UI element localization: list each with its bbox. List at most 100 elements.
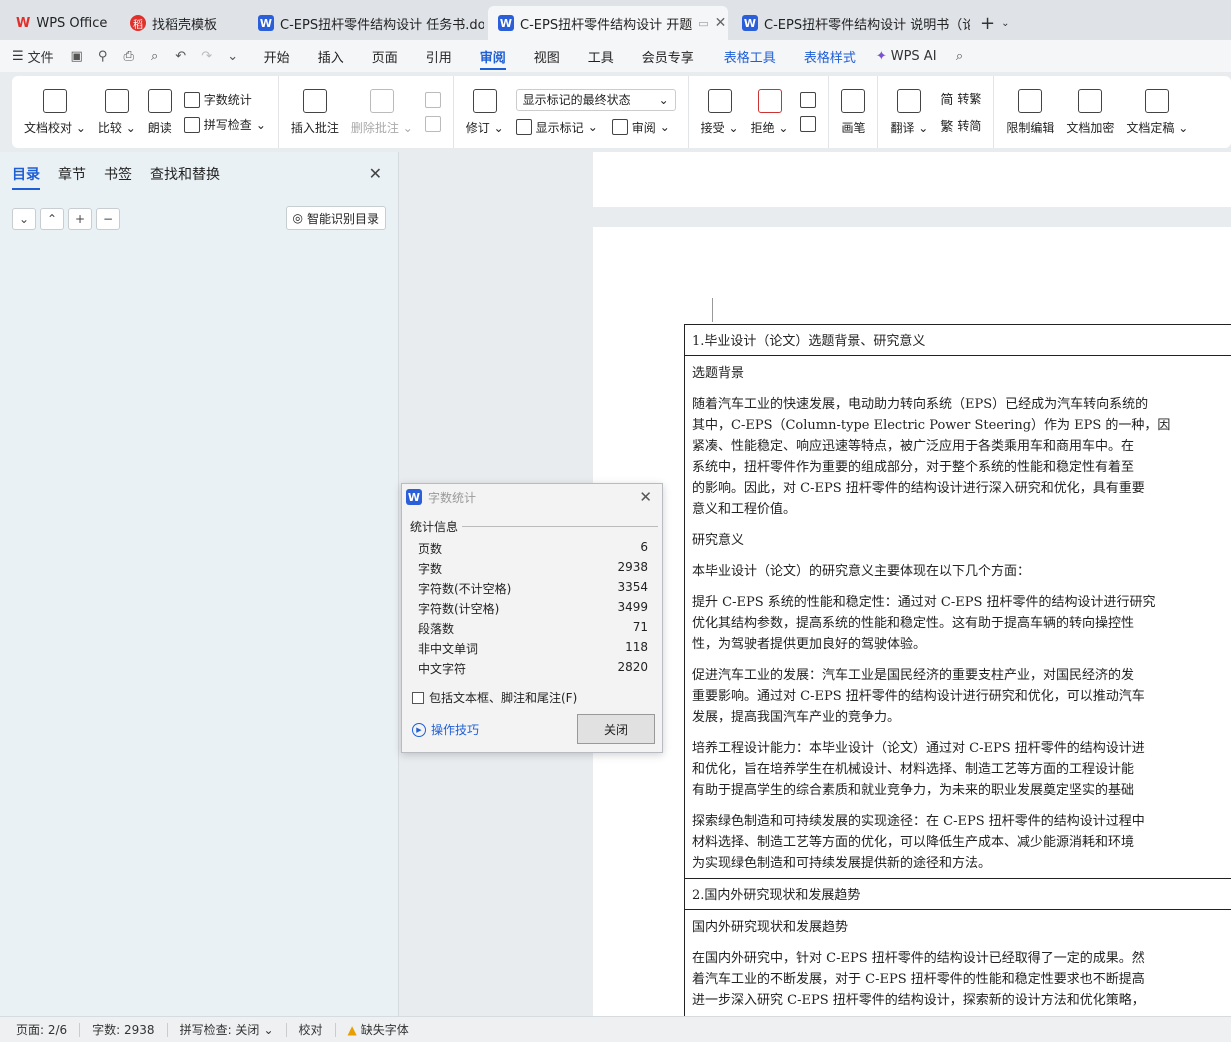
comment-group: 插入批注 删除批注 ⌄ bbox=[279, 76, 454, 148]
to-traditional-button[interactable]: 简 转繁 bbox=[940, 89, 981, 108]
chevron-down-icon: ⌄ bbox=[658, 92, 669, 107]
insert-comment-button[interactable]: 插入批注 bbox=[285, 88, 345, 136]
subheading-research-status: 国内外研究现状和发展趋势 bbox=[692, 920, 849, 935]
word-count-button[interactable]: 字数统计 bbox=[183, 91, 266, 108]
tab-page[interactable]: 页面 bbox=[372, 40, 398, 72]
encrypt-button[interactable]: 文档加密 bbox=[1060, 88, 1120, 136]
add-heading-button[interactable]: + bbox=[68, 208, 92, 230]
translate-button[interactable]: 翻译 ⌄ bbox=[884, 88, 934, 136]
smart-toc-button[interactable]: ◎ 智能识别目录 bbox=[285, 206, 386, 230]
save-icon[interactable]: ▣ bbox=[68, 47, 86, 65]
chevron-down-icon: ⌄ bbox=[1001, 17, 1010, 29]
tab-tools[interactable]: 工具 bbox=[588, 40, 614, 72]
stats-section-header: 统计信息 bbox=[410, 518, 658, 535]
word-doc-icon: W bbox=[258, 15, 274, 31]
word-doc-icon: W bbox=[406, 489, 422, 505]
finalize-button[interactable]: 文档定稿 ⌄ bbox=[1120, 88, 1194, 136]
more-chevron-icon[interactable]: ⌄ bbox=[224, 47, 242, 65]
proof-indicator[interactable]: 校对 bbox=[299, 1021, 323, 1038]
spell-check-button[interactable]: 拼写检查 ⌄ bbox=[183, 116, 266, 133]
print-icon[interactable]: ⎙ bbox=[120, 47, 138, 65]
document-table[interactable]: 1.毕业设计（论文）选题背景、研究意义 选题背景 随着汽车工业的快速发展，电动助… bbox=[684, 324, 1231, 1016]
translate-icon bbox=[897, 88, 922, 113]
tab-table-style[interactable]: 表格样式 bbox=[804, 40, 856, 72]
minus-icon: − bbox=[102, 212, 114, 226]
tab-table-tools[interactable]: 表格工具 bbox=[724, 40, 776, 72]
nav-tab-bookmarks[interactable]: 书签 bbox=[104, 164, 132, 190]
prev-change-icon[interactable] bbox=[800, 92, 817, 108]
track-changes-button[interactable]: 修订 ⌄ bbox=[460, 88, 510, 136]
tab-review[interactable]: 审阅 bbox=[479, 40, 506, 72]
close-tab-icon[interactable]: ✕ bbox=[715, 15, 727, 31]
print-preview-icon[interactable]: ⌕ bbox=[146, 47, 164, 65]
section-1-title: 1.毕业设计（论文）选题背景、研究意义 bbox=[685, 325, 1231, 356]
tab-proposal-active[interactable]: W C-EPS扭杆零件结构设计 开题 ▭ ✕ bbox=[488, 6, 728, 40]
tab-references[interactable]: 引用 bbox=[426, 40, 452, 72]
to-simplified-button[interactable]: 繁 转简 bbox=[940, 116, 981, 135]
reject-icon bbox=[757, 88, 782, 113]
warning-icon: ▲ bbox=[347, 1022, 357, 1037]
markup-state-select[interactable]: 显示标记的最终状态 ⌄ bbox=[515, 88, 676, 111]
accept-group: 接受 ⌄ 拒绝 ⌄ bbox=[689, 76, 830, 148]
dialog-close-button[interactable]: 关闭 bbox=[577, 714, 655, 744]
share-icon[interactable]: ⚲ bbox=[94, 47, 112, 65]
plus-icon: + bbox=[74, 212, 86, 226]
encrypt-doc-icon bbox=[1078, 88, 1103, 113]
dialog-close-icon[interactable]: ✕ bbox=[639, 488, 652, 506]
nav-tab-toc[interactable]: 目录 bbox=[12, 164, 40, 190]
page-indicator[interactable]: 页面: 2/6 bbox=[16, 1021, 67, 1038]
tab-bar: W WPS Office 稻 找稻壳模板 W C-EPS扭杆零件结构设计 任务书… bbox=[0, 0, 1231, 40]
prev-comment-icon[interactable] bbox=[424, 92, 441, 108]
expand-down-button[interactable]: ⌄ bbox=[12, 208, 36, 230]
dialog-title-bar[interactable]: W 字数统计 bbox=[402, 484, 662, 510]
paragraph: 在国内外研究中，针对 C-EPS 扭杆零件的结构设计已经取得了一定的成果。然 着… bbox=[692, 951, 1145, 1008]
tab-member[interactable]: 会员专享 bbox=[642, 40, 694, 72]
wps-ai-button[interactable]: ✦ WPS AI bbox=[876, 49, 937, 64]
tab-wps-office[interactable]: W WPS Office bbox=[6, 6, 116, 40]
missing-font-indicator[interactable]: ▲ 缺失字体 bbox=[348, 1021, 409, 1038]
subheading-background: 选题背景 bbox=[692, 366, 745, 381]
read-aloud-button[interactable]: 朗读 bbox=[142, 88, 178, 136]
ink-group: 画笔 bbox=[829, 76, 879, 148]
page-1-tail bbox=[593, 152, 1231, 207]
navigation-panel: 目录 章节 书签 查找和替换 ✕ ⌄ ⌃ + − ◎ 智能识别目录 bbox=[0, 152, 399, 1016]
nav-tab-chapters[interactable]: 章节 bbox=[58, 164, 86, 190]
section-2-body: 国内外研究现状和发展趋势 在国内外研究中，针对 C-EPS 扭杆零件的结构设计已… bbox=[685, 910, 1231, 1016]
next-comment-icon[interactable] bbox=[424, 116, 441, 132]
new-tab-button[interactable]: + ⌄ bbox=[980, 6, 1009, 40]
file-menu[interactable]: ☰ 文件 bbox=[12, 47, 54, 66]
delete-comment-button[interactable]: 删除批注 ⌄ bbox=[345, 88, 419, 136]
word-doc-icon: W bbox=[498, 15, 514, 31]
reject-button[interactable]: 拒绝 ⌄ bbox=[745, 88, 795, 136]
tab-task-book[interactable]: W C-EPS扭杆零件结构设计 任务书.doc bbox=[248, 6, 484, 40]
accept-button[interactable]: 接受 ⌄ bbox=[695, 88, 745, 136]
checkbox-box[interactable] bbox=[412, 691, 424, 704]
spell-check-indicator[interactable]: 拼写检查: 关闭 ⌄ bbox=[180, 1021, 274, 1038]
close-nav-icon[interactable]: ✕ bbox=[369, 164, 382, 183]
next-change-icon[interactable] bbox=[800, 116, 817, 132]
tab-home[interactable]: 开始 bbox=[264, 40, 290, 72]
collapse-up-button[interactable]: ⌃ bbox=[40, 208, 64, 230]
nav-tabs: 目录 章节 书签 查找和替换 bbox=[0, 152, 398, 190]
tips-link[interactable]: ▶ 操作技巧 bbox=[412, 721, 479, 738]
word-count-indicator[interactable]: 字数: 2938 bbox=[92, 1021, 154, 1038]
restrict-edit-button[interactable]: 限制编辑 bbox=[1000, 88, 1060, 136]
tab-thesis[interactable]: W C-EPS扭杆零件结构设计 说明书（论文 bbox=[732, 6, 970, 40]
compare-button[interactable]: 比较 ⌄ bbox=[92, 88, 142, 136]
include-textbox-checkbox[interactable]: 包括文本框、脚注和尾注(F) bbox=[412, 689, 577, 706]
remove-heading-button[interactable]: − bbox=[96, 208, 120, 230]
review-pane-icon bbox=[611, 119, 628, 135]
nav-tab-find-replace[interactable]: 查找和替换 bbox=[150, 164, 220, 190]
search-icon[interactable]: ⌕ bbox=[951, 47, 969, 65]
compare-icon bbox=[104, 88, 129, 113]
proofread-button[interactable]: 文档校对 ⌄ bbox=[18, 88, 92, 136]
ink-button[interactable]: 画笔 bbox=[835, 88, 871, 136]
proofread-icon bbox=[42, 88, 67, 113]
show-markup-button[interactable]: 显示标记 ⌄ bbox=[515, 119, 598, 136]
undo-icon[interactable]: ↶ bbox=[172, 47, 190, 65]
redo-icon[interactable]: ↷ bbox=[198, 47, 216, 65]
review-pane-button[interactable]: 审阅 ⌄ bbox=[611, 119, 670, 136]
tab-view[interactable]: 视图 bbox=[534, 40, 560, 72]
tab-insert[interactable]: 插入 bbox=[318, 40, 344, 72]
tab-daoke-templates[interactable]: 稻 找稻壳模板 bbox=[120, 6, 244, 40]
